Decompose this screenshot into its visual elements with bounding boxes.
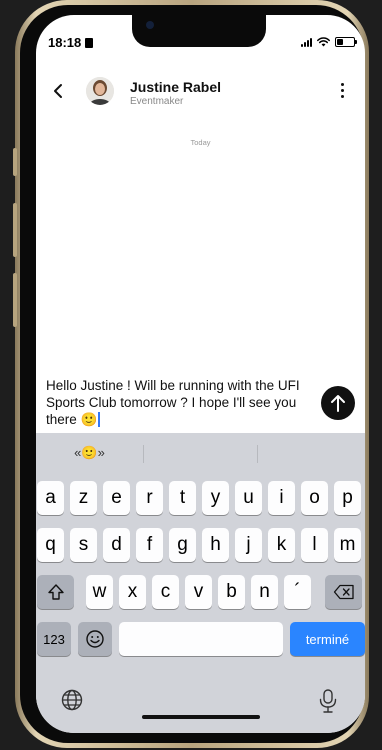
signal-icon [301, 37, 312, 47]
suggestion-middle[interactable] [144, 433, 257, 473]
home-indicator[interactable] [142, 715, 260, 719]
key-o[interactable]: o [301, 481, 328, 515]
key-s[interactable]: s [70, 528, 97, 562]
backspace-key[interactable] [325, 575, 362, 609]
avatar-image [86, 77, 114, 105]
contact-name[interactable]: Justine Rabel [130, 79, 221, 95]
key-l[interactable]: l [301, 528, 328, 562]
suggestion-right[interactable] [258, 433, 365, 473]
key-f[interactable]: f [136, 528, 163, 562]
side-button-volume-down [13, 273, 17, 327]
notch [132, 15, 266, 47]
smiley-icon [86, 630, 104, 648]
key-z[interactable]: z [70, 481, 97, 515]
side-button-volume-up [13, 203, 17, 257]
battery-icon [335, 37, 357, 47]
avatar[interactable] [86, 77, 114, 105]
more-options-button[interactable] [339, 83, 345, 101]
more-vertical-icon [340, 83, 344, 86]
key-j[interactable]: j [235, 528, 262, 562]
chevron-left-icon [54, 84, 62, 98]
suggestion-left[interactable]: «🙂» [36, 433, 143, 473]
sim-icon [85, 38, 94, 48]
globe-icon [61, 689, 83, 711]
done-button[interactable]: terminé [290, 622, 365, 656]
date-separator: Today [190, 138, 211, 147]
text-caret [98, 412, 100, 427]
key-a[interactable]: a [37, 481, 64, 515]
wifi-icon [317, 37, 330, 47]
space-key[interactable] [119, 622, 283, 656]
status-time: 18:18 [48, 35, 94, 50]
key-m[interactable]: m [334, 528, 361, 562]
key-h[interactable]: h [202, 528, 229, 562]
arrow-up-icon [331, 395, 345, 412]
back-button[interactable] [50, 79, 68, 103]
key-w[interactable]: w [86, 575, 113, 609]
key-p[interactable]: p [334, 481, 361, 515]
key-k[interactable]: k [268, 528, 295, 562]
keyboard: «🙂» a z e r t y u i o p q s d f g h j k … [36, 433, 365, 733]
side-button-mute [13, 148, 17, 176]
key-d[interactable]: d [103, 528, 130, 562]
key-c[interactable]: c [152, 575, 179, 609]
phone-screen: 18:18 Justine Rabel Eventmaker Today Hel… [36, 15, 365, 733]
emoji-key[interactable] [78, 622, 112, 656]
key-u[interactable]: u [235, 481, 262, 515]
shift-key[interactable] [37, 575, 74, 609]
key-b[interactable]: b [218, 575, 245, 609]
key-i[interactable]: i [268, 481, 295, 515]
key-t[interactable]: t [169, 481, 196, 515]
globe-button[interactable] [60, 688, 84, 712]
suggestion-bar: «🙂» [36, 433, 365, 473]
key-x[interactable]: x [119, 575, 146, 609]
send-button[interactable] [321, 386, 355, 420]
key-e[interactable]: e [103, 481, 130, 515]
dictation-button[interactable] [317, 688, 339, 714]
message-composer: Hello Justine ! Will be running with the… [36, 370, 365, 433]
key-n[interactable]: n [251, 575, 278, 609]
key-q[interactable]: q [37, 528, 64, 562]
status-icons [301, 37, 357, 47]
contact-role: Eventmaker [130, 96, 184, 107]
message-input[interactable]: Hello Justine ! Will be running with the… [46, 377, 316, 428]
key-r[interactable]: r [136, 481, 163, 515]
key-apostrophe[interactable]: ´ [284, 575, 311, 609]
shift-icon [47, 584, 64, 600]
emoji-smile: 🙂 [80, 412, 98, 427]
backspace-icon [333, 584, 354, 600]
key-g[interactable]: g [169, 528, 196, 562]
microphone-icon [319, 689, 337, 713]
key-v[interactable]: v [185, 575, 212, 609]
key-y[interactable]: y [202, 481, 229, 515]
numbers-key[interactable]: 123 [37, 622, 71, 656]
chat-header: Justine Rabel Eventmaker [36, 71, 365, 117]
